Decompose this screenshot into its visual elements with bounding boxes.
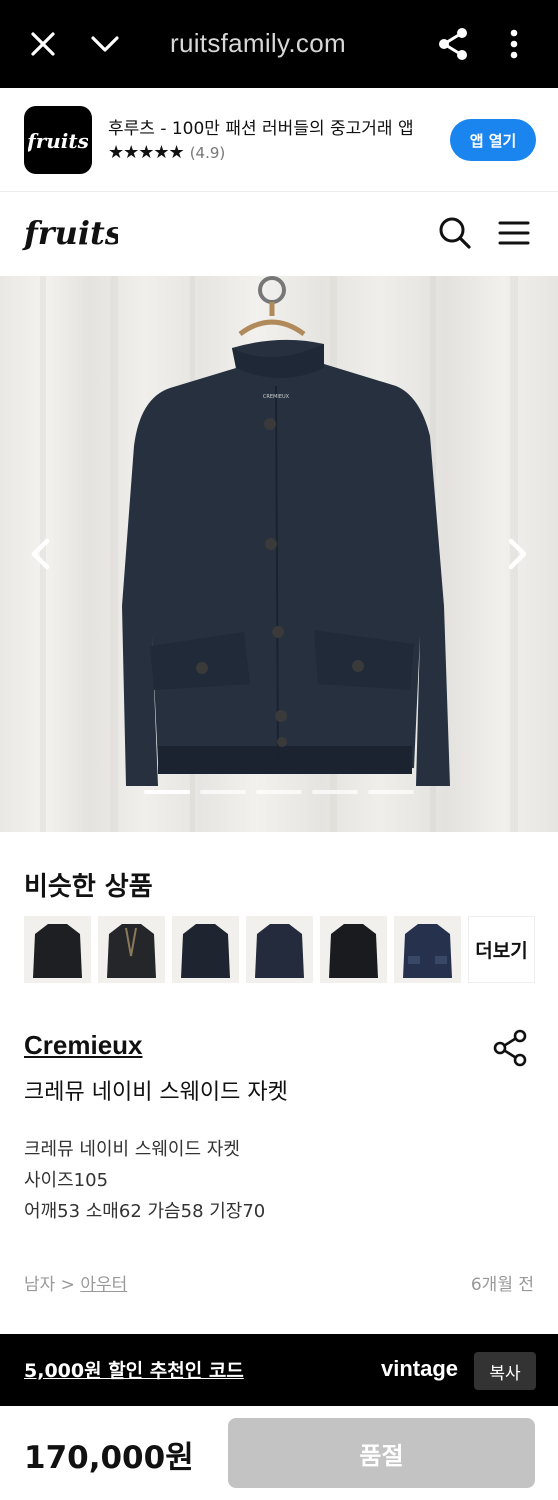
app-logo: fruits bbox=[24, 106, 92, 174]
url-text[interactable]: ruitsfamily.com bbox=[170, 28, 346, 59]
chevron-down-icon[interactable] bbox=[83, 22, 127, 66]
rating-value: (4.9) bbox=[189, 143, 226, 162]
share-icon[interactable] bbox=[431, 22, 475, 66]
promo-code: vintage bbox=[381, 1356, 459, 1381]
price: 170,000원 bbox=[24, 1440, 194, 1476]
similar-product-thumb[interactable] bbox=[98, 916, 165, 983]
category-link[interactable]: 아우터 bbox=[80, 1275, 127, 1295]
fruits-logo-icon: fruits bbox=[22, 214, 123, 252]
similar-products-title: 비슷한 상품 bbox=[24, 872, 153, 902]
promo-text[interactable]: 5,000원 할인 추천인 코드 bbox=[24, 1356, 244, 1383]
carousel-dot[interactable] bbox=[312, 790, 358, 794]
purchase-bar: 170,000원 품절 bbox=[0, 1406, 558, 1500]
jacket-brand-label: CREMIEUX bbox=[263, 394, 290, 400]
star-rating-icon: ★★★★★ bbox=[108, 142, 185, 163]
search-icon[interactable] bbox=[436, 214, 474, 252]
posted-time: 6개월 전 bbox=[470, 1275, 534, 1295]
carousel-next-button[interactable] bbox=[496, 534, 536, 574]
similar-product-thumb[interactable] bbox=[394, 916, 461, 983]
similar-products-list: 더보기 bbox=[24, 916, 535, 983]
chevron-left-icon bbox=[31, 538, 50, 570]
hamburger-menu-icon[interactable] bbox=[494, 214, 534, 252]
similar-product-thumb[interactable] bbox=[246, 916, 313, 983]
fruits-logo-icon: fruits bbox=[28, 129, 88, 153]
carousel-prev-button[interactable] bbox=[22, 534, 62, 574]
similar-product-thumb[interactable] bbox=[320, 916, 387, 983]
category-prefix: 남자 > bbox=[24, 1275, 81, 1295]
description-line: 사이즈105 bbox=[24, 1170, 109, 1191]
app-install-banner: fruits 후루츠 - 100만 패션 러버들의 중고거래 앱 ★★★★★ (… bbox=[0, 88, 558, 192]
app-logo-text: fruits bbox=[28, 129, 88, 153]
similar-product-thumb[interactable] bbox=[172, 916, 239, 983]
referral-promo-bar: 5,000원 할인 추천인 코드 vintage 복사 bbox=[0, 1334, 558, 1406]
carousel-dot[interactable] bbox=[256, 790, 302, 794]
site-logo[interactable]: fruits bbox=[22, 210, 123, 260]
site-logo-text: fruits bbox=[22, 214, 118, 252]
category-breadcrumb: 남자 > 아우터 bbox=[24, 1270, 127, 1295]
product-description: 크레뮤 네이비 스웨이드 자켓 사이즈105 어깨53 소매62 가슴58 기장… bbox=[24, 1134, 265, 1227]
jacket-photo: CREMIEUX bbox=[40, 276, 518, 832]
product-title: 크레뮤 네이비 스웨이드 자켓 bbox=[24, 1080, 288, 1105]
description-line: 크레뮤 네이비 스웨이드 자켓 bbox=[24, 1139, 240, 1160]
app-rating: ★★★★★ (4.9) bbox=[108, 142, 225, 163]
more-vertical-icon[interactable] bbox=[492, 22, 536, 66]
close-icon[interactable] bbox=[21, 22, 65, 66]
open-app-button[interactable]: 앱 열기 bbox=[450, 119, 536, 161]
share-icon[interactable] bbox=[490, 1028, 530, 1068]
carousel-dot[interactable] bbox=[368, 790, 414, 794]
browser-toolbar: ruitsfamily.com bbox=[0, 0, 558, 88]
chevron-right-icon bbox=[508, 538, 527, 570]
similar-product-thumb[interactable] bbox=[24, 916, 91, 983]
app-title: 후루츠 - 100만 패션 러버들의 중고거래 앱 bbox=[108, 119, 414, 139]
description-line: 어깨53 소매62 가슴58 기장70 bbox=[24, 1201, 266, 1222]
site-header: fruits bbox=[0, 192, 558, 276]
carousel-dot[interactable] bbox=[200, 790, 246, 794]
jacket: CREMIEUX bbox=[122, 339, 450, 786]
product-image-carousel[interactable]: CREMIEUX bbox=[0, 276, 558, 832]
copy-code-button[interactable]: 복사 bbox=[474, 1352, 536, 1390]
carousel-indicators bbox=[144, 790, 414, 794]
hanger bbox=[238, 276, 306, 337]
similar-more-button[interactable]: 더보기 bbox=[468, 916, 535, 983]
brand-link[interactable]: Cremieux bbox=[24, 1030, 143, 1061]
carousel-dot[interactable] bbox=[144, 790, 190, 794]
sold-out-button[interactable]: 품절 bbox=[228, 1418, 535, 1488]
